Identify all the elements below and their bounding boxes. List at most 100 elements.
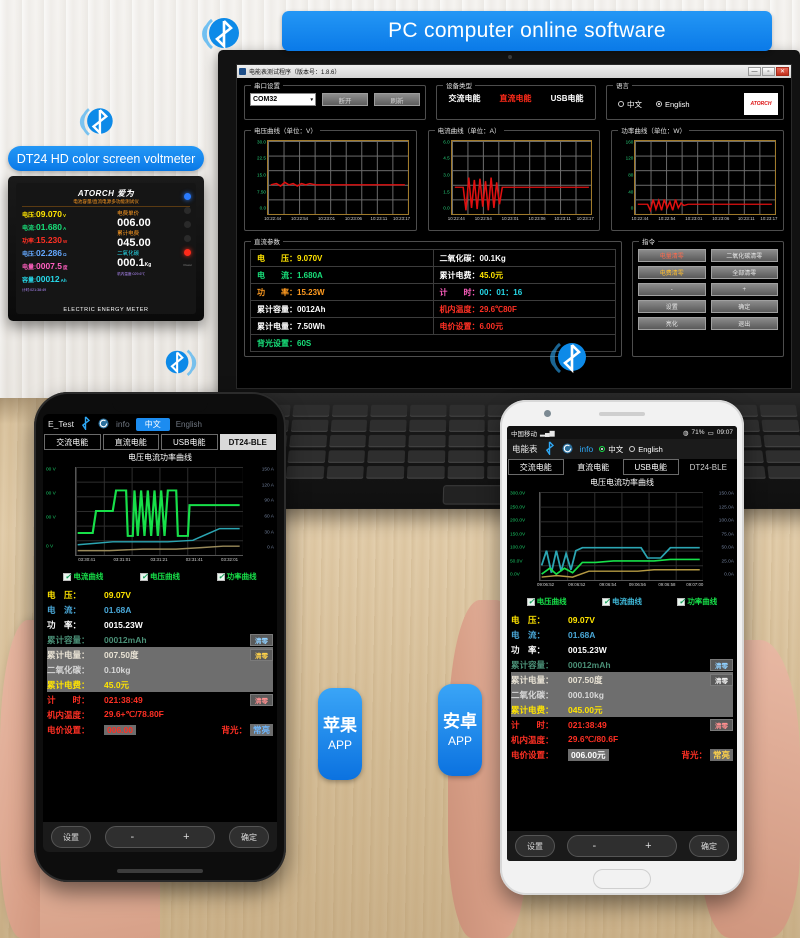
device-type-usb[interactable]: USB电能 (551, 93, 584, 104)
close-button[interactable]: ✕ (776, 67, 789, 76)
cmd-plus-button[interactable]: + (710, 283, 778, 296)
android-ok-button[interactable]: 确定 (689, 835, 729, 857)
android-lang-en[interactable]: English (629, 445, 663, 454)
y-tick-right: 150 A (261, 467, 274, 473)
minimize-button[interactable]: — (748, 67, 761, 76)
table-row: 电 压：9.070V 二氧化碳：00.1Kg (250, 249, 616, 267)
table-row: 电 流：1.680A 累计电费：45.0元 (250, 266, 616, 284)
legend-current[interactable]: 电流曲线 (601, 596, 642, 607)
android-settings-button[interactable]: 设置 (515, 835, 555, 857)
clear-button[interactable]: 清零 (250, 693, 273, 706)
tab-dt24-ble[interactable]: DT24-BLE (219, 434, 276, 450)
cmd-exit-button[interactable]: 退出 (710, 317, 778, 330)
window-controls[interactable]: — ▫ ✕ (748, 67, 789, 76)
led-button-1[interactable] (184, 207, 192, 214)
clear-button[interactable]: 清零 (250, 648, 273, 661)
legend-current[interactable]: 电流曲线 (63, 571, 103, 582)
ios-ok-button[interactable]: 确定 (229, 826, 269, 848)
clear-button[interactable]: 清零 (710, 658, 733, 671)
refresh-icon[interactable] (97, 417, 110, 432)
row-key: 电 压： (47, 589, 82, 600)
android-minus-button[interactable]: - (592, 840, 596, 852)
checkbox-icon[interactable] (526, 597, 535, 607)
bluetooth-icon (548, 332, 594, 382)
price-input[interactable]: 006.00元 (568, 748, 609, 761)
legend-voltage[interactable]: 电压曲线 (526, 596, 567, 607)
price-input[interactable]: 006.00 (104, 724, 136, 735)
cmd-settings-button[interactable]: 设置 (638, 300, 706, 313)
tab-usb-energy[interactable]: USB电能 (623, 459, 679, 475)
language-option-en[interactable]: English (656, 100, 690, 109)
led-button-2[interactable] (184, 221, 192, 228)
ios-lang-zh[interactable]: 中文 (135, 417, 170, 431)
cmd-clear-all-button[interactable]: 全部清零 (710, 266, 778, 279)
ios-lang-en[interactable]: English (176, 420, 202, 429)
ios-tabs: 交流电能 直流电能 USB电能 DT24-BLE (43, 434, 277, 450)
cmd-clear-energy-button[interactable]: 电量清零 (638, 249, 706, 262)
checkbox-icon[interactable] (139, 572, 148, 582)
cmd-minus-button[interactable]: - (638, 283, 706, 296)
x-tick: 03:31:41 (185, 557, 203, 562)
meter-right-column: 电费单价 006.00 累计电费 045.00 二氧化碳 000.1Kg 机内温… (117, 209, 190, 293)
legend-power[interactable]: 功率曲线 (677, 596, 717, 607)
serial-refresh-button[interactable]: 刷新 (374, 93, 420, 106)
ios-plus-button[interactable]: + (183, 831, 189, 843)
cmd-clear-fee-button[interactable]: 电费清零 (638, 266, 706, 279)
cmd-clear-co2-button[interactable]: 二氧化碳清零 (710, 249, 778, 262)
x-tick: 10:23:01 (501, 216, 519, 221)
bluetooth-icon[interactable] (80, 416, 91, 432)
chevron-down-icon: ▾ (310, 96, 313, 103)
param-value: 7.50Wh (297, 321, 326, 331)
tab-ac-energy[interactable]: 交流电能 (44, 434, 101, 450)
serial-settings-group: 串口设置 COM32 ▾ 断开 刷新 (244, 80, 426, 120)
ios-chart-traces (77, 489, 240, 552)
ios-settings-button[interactable]: 设置 (51, 826, 91, 848)
language-option-zh[interactable]: 中文 (618, 99, 642, 110)
legend-label: 电流曲线 (611, 597, 642, 606)
bluetooth-icon[interactable] (544, 441, 555, 457)
param-key: 累计电费： (439, 270, 480, 280)
x-tick: 09:06:58 (658, 582, 676, 587)
checkbox-icon[interactable] (216, 572, 225, 582)
tab-usb-energy[interactable]: USB电能 (161, 434, 218, 450)
command-group: 指令 电量清零 二氧化碳清零 电费清零 全部清零 - + 设置 确定 亮化 退出 (632, 236, 784, 357)
home-button[interactable] (593, 869, 651, 889)
language-label-zh: 中文 (627, 99, 642, 109)
android-lang-zh[interactable]: 中文 (599, 444, 623, 455)
ios-stepper[interactable]: - + (105, 826, 215, 848)
checkbox-icon[interactable] (677, 597, 686, 607)
list-item: 电 流： 01.68A (47, 602, 273, 617)
led-button-3[interactable] (184, 235, 192, 242)
legend-power[interactable]: 功率曲线 (216, 571, 257, 582)
android-plus-button[interactable]: + (645, 840, 651, 852)
ios-info-label[interactable]: info (116, 419, 130, 429)
maximize-button[interactable]: ▫ (762, 67, 775, 76)
clear-button[interactable]: 清零 (710, 673, 733, 686)
x-tick: 09:06:56 (628, 582, 646, 587)
tab-dt24-ble[interactable]: DT24-BLE (681, 459, 737, 475)
checkbox-icon[interactable] (601, 597, 610, 607)
com-port-select[interactable]: COM32 ▾ (250, 93, 316, 106)
refresh-icon[interactable] (561, 442, 574, 457)
checkbox-icon[interactable] (63, 572, 72, 582)
price-row: 电价设置： 006.00元 背光： 常亮 (511, 747, 733, 762)
clear-button[interactable]: 清零 (250, 633, 273, 646)
webcam-icon (508, 55, 512, 59)
device-type-dc[interactable]: 直流电能 (500, 93, 532, 104)
tab-ac-energy[interactable]: 交流电能 (508, 459, 564, 475)
com-port-value: COM32 (253, 96, 278, 103)
cmd-confirm-button[interactable]: 确定 (710, 300, 778, 313)
clear-button[interactable]: 清零 (710, 718, 733, 731)
android-info-label[interactable]: info (580, 444, 594, 454)
tab-dc-energy[interactable]: 直流电能 (102, 434, 159, 450)
serial-open-button[interactable]: 断开 (322, 93, 368, 106)
cmd-brightness-button[interactable]: 亮化 (638, 317, 706, 330)
tab-dc-energy[interactable]: 直流电能 (566, 459, 622, 475)
backlight-value[interactable]: 常亮 (249, 723, 273, 736)
backlight-value[interactable]: 常亮 (709, 748, 733, 761)
row-value: 01.68A (104, 604, 132, 615)
legend-voltage[interactable]: 电压曲线 (139, 571, 180, 582)
ios-minus-button[interactable]: - (130, 831, 134, 843)
android-stepper[interactable]: - + (567, 835, 677, 857)
device-type-ac[interactable]: 交流电能 (449, 93, 481, 104)
